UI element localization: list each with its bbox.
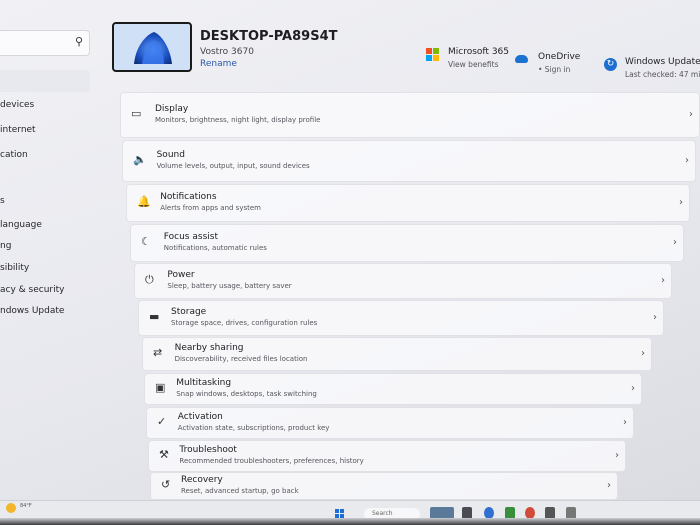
settings-item-title: Nearby sharing [174,343,244,353]
chevron-right-icon: › [615,450,619,461]
settings-item-nearby-sharing[interactable]: ⇄ Nearby sharing Discoverability, received… [142,337,652,371]
settings-item-subtitle: Notifications, automatic rules [163,244,267,252]
bell-icon: 🔔 [137,195,151,208]
chevron-right-icon: › [673,237,677,248]
share-icon: ⇄ [153,346,163,359]
chevron-right-icon: › [641,348,645,359]
microsoft-365-card[interactable]: Microsoft 365 View benefits [448,47,509,69]
device-model: Vostro 3670 [200,47,254,57]
settings-item-subtitle: Recommended troubleshooters, preferences… [179,457,364,465]
settings-item-subtitle: Storage space, drives, configuration rul… [171,319,318,327]
multitask-icon: ▣ [155,381,166,394]
settings-item-title: Activation [177,412,223,422]
search-input[interactable]: ⚲ [0,30,90,56]
windows-update-icon: ↻ [604,58,617,71]
settings-item-subtitle: Snap windows, desktops, task switching [176,390,317,398]
settings-item-storage[interactable]: ▬ Storage Storage space, drives, configura… [138,300,664,336]
settings-item-focus-assist[interactable]: ☾ Focus assist Notifications, automatic ru… [130,224,684,262]
settings-item-troubleshoot[interactable]: ⚒ Troubleshoot Recommended troubleshooters… [148,440,626,472]
settings-item-display[interactable]: ▭ Display Monitors, brightness, night ligh… [120,92,700,138]
settings-item-subtitle: Activation state, subscriptions, product… [177,424,330,432]
onedrive-card[interactable]: OneDrive • Sign in [538,52,580,74]
moon-icon: ☾ [141,235,151,248]
chevron-right-icon: › [631,383,635,394]
settings-item-subtitle: Sleep, battery usage, battery saver [167,282,292,290]
settings-item-subtitle: Monitors, brightness, night light, displ… [155,116,321,124]
settings-item-subtitle: Alerts from apps and system [160,204,261,212]
settings-item-multitasking[interactable]: ▣ Multitasking Snap windows, desktops, tas… [144,373,642,405]
settings-item-subtitle: Reset, advanced startup, go back [181,487,299,495]
settings-item-title: Sound [156,150,185,160]
chevron-right-icon: › [689,109,693,120]
windows-update-card[interactable]: Windows Update Last checked: 47 minut [625,57,700,79]
sidebar-item[interactable]: devices [0,100,34,110]
sidebar-item[interactable]: cation [0,150,28,160]
rename-link[interactable]: Rename [200,59,237,69]
chevron-right-icon: › [661,275,665,286]
settings-item-notifications[interactable]: 🔔 Notifications Alerts from apps and syste… [126,184,690,222]
settings-window: ⚲ devices internet cation s language ng sibili… [0,0,700,525]
settings-item-sound[interactable]: 🔈 Sound Volume levels, output, input, soun… [122,140,696,182]
screen-bezel [0,518,700,525]
chevron-right-icon: › [623,417,627,428]
power-icon: ⏻ [145,273,154,286]
wrench-icon: ⚒ [159,448,169,461]
settings-item-recovery[interactable]: ↺ Recovery Reset, advanced startup, go bac… [150,472,618,500]
settings-item-title: Display [155,104,189,114]
sidebar-item[interactable]: s [0,196,5,206]
settings-item-title: Storage [171,307,207,317]
weather-label: 84°F [20,503,32,509]
sidebar-item[interactable]: acy & security [0,285,64,295]
settings-item-subtitle: Volume levels, output, input, sound devi… [156,162,310,170]
settings-item-subtitle: Discoverability, received files location [174,355,308,363]
settings-item-activation[interactable]: ✓ Activation Activation state, subscriptio… [146,407,634,439]
recovery-icon: ↺ [161,478,171,491]
settings-item-power[interactable]: ⏻ Power Sleep, battery usage, battery save… [134,263,672,299]
microsoft-365-icon [426,48,440,62]
sidebar-item[interactable]: internet [0,125,36,135]
sidebar-item[interactable]: ng [0,241,11,251]
activation-icon: ✓ [157,415,167,428]
sidebar-item[interactable]: ndows Update [0,306,64,316]
sidebar-item[interactable]: language [0,220,42,230]
settings-item-title: Troubleshoot [179,445,237,455]
sidebar: ⚲ devices internet cation s language ng sibili… [0,0,100,500]
storage-icon: ▬ [149,310,160,323]
onedrive-icon [515,55,528,63]
chevron-right-icon: › [653,312,657,323]
sound-icon: 🔈 [133,153,147,166]
settings-item-title: Notifications [160,192,217,202]
chevron-right-icon: › [607,480,611,491]
settings-item-title: Focus assist [163,232,218,242]
sidebar-item[interactable]: sibility [0,263,29,273]
device-thumbnail [112,22,192,72]
device-name: DESKTOP-PA89S4T [200,29,338,44]
weather-icon[interactable] [6,503,16,513]
chevron-right-icon: › [679,197,683,208]
search-icon: ⚲ [74,35,83,48]
settings-item-title: Power [167,270,195,280]
chevron-right-icon: › [685,155,689,166]
sidebar-selection [0,70,90,92]
settings-item-title: Recovery [181,475,223,485]
display-icon: ▭ [131,107,142,120]
settings-item-title: Multitasking [176,378,232,388]
